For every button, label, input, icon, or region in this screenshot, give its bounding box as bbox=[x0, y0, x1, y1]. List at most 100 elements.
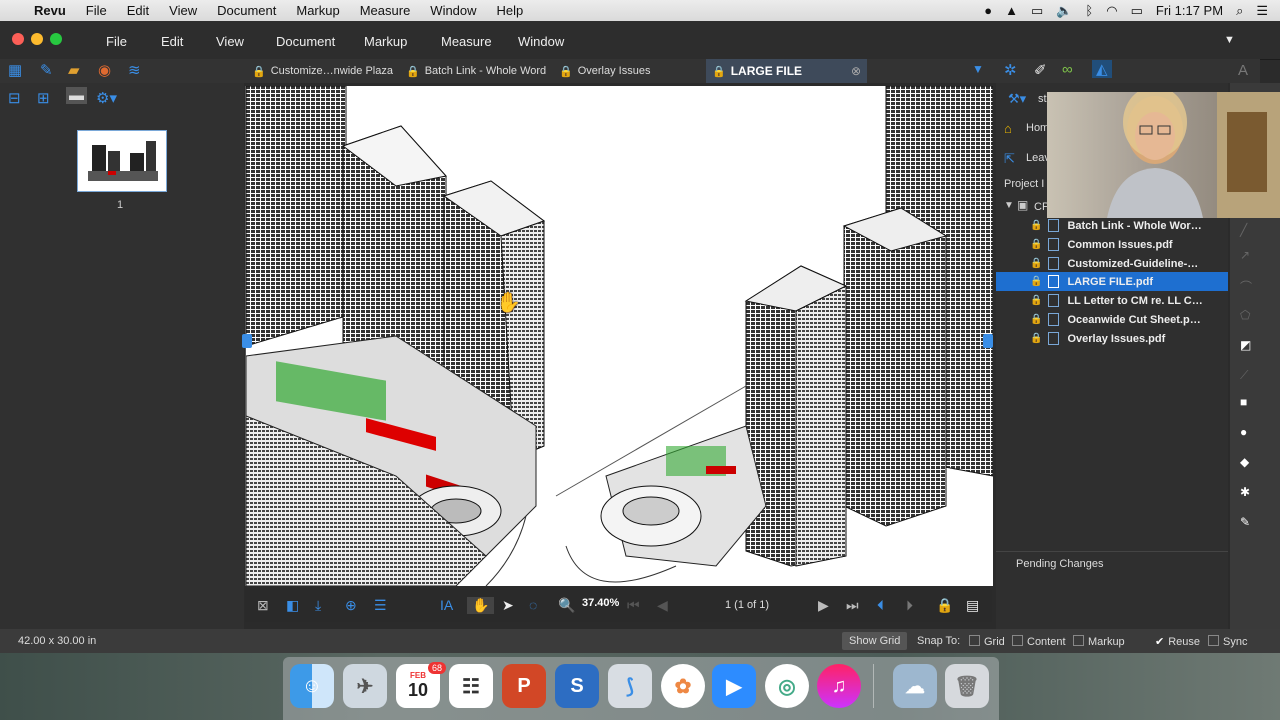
pencil-icon[interactable]: ✐ bbox=[1034, 61, 1047, 79]
trash-icon[interactable]: 🗑 bbox=[945, 664, 989, 708]
maximize-window-icon[interactable] bbox=[50, 33, 62, 45]
page-indicator[interactable]: 1 (1 of 1) bbox=[725, 599, 769, 611]
mac-menu-edit[interactable]: Edit bbox=[127, 3, 149, 18]
zoom-app-icon[interactable]: ▶ bbox=[712, 664, 756, 708]
minimize-window-icon[interactable] bbox=[31, 33, 43, 45]
expand-project-icon[interactable]: ▼ bbox=[1004, 200, 1014, 211]
home-label[interactable]: Hom bbox=[1026, 122, 1049, 134]
document-canvas[interactable]: ✋ bbox=[245, 86, 993, 586]
close-window-icon[interactable] bbox=[12, 33, 24, 45]
spotlight-icon[interactable]: ⌕ bbox=[1236, 3, 1243, 19]
show-grid-button[interactable]: Show Grid bbox=[842, 632, 908, 650]
mac-menu-measure[interactable]: Measure bbox=[360, 3, 411, 18]
pen-icon[interactable]: ✎ bbox=[40, 61, 53, 79]
studio-tools-icon[interactable]: ⚒▾ bbox=[1008, 91, 1026, 107]
last-page-icon[interactable]: ⏭ bbox=[846, 597, 859, 614]
drive-icon[interactable]: ▲ bbox=[1005, 3, 1018, 18]
cloud-tool-icon[interactable]: ◩ bbox=[1240, 338, 1251, 352]
text-tool-icon[interactable]: A bbox=[1238, 62, 1248, 79]
ellipse-tool-icon[interactable]: ● bbox=[1240, 425, 1247, 439]
lasso-icon[interactable]: ◌ bbox=[529, 597, 537, 613]
downloads-folder-icon[interactable]: ☁ bbox=[893, 664, 937, 708]
close-tab-icon[interactable]: ⊗ bbox=[851, 64, 861, 78]
notification-center-icon[interactable]: ☰ bbox=[1256, 3, 1268, 19]
next-view-icon[interactable]: ⏵ bbox=[906, 597, 913, 614]
snap-markup-checkbox[interactable]: Markup bbox=[1073, 635, 1125, 648]
page-layout-icon[interactable]: ☰ bbox=[374, 597, 387, 614]
music-icon[interactable]: ♫ bbox=[817, 664, 861, 708]
mac-menu-view[interactable]: View bbox=[169, 3, 197, 18]
arrow-tool-icon[interactable]: ↗ bbox=[1240, 248, 1250, 262]
document-icon[interactable]: ▤ bbox=[966, 597, 979, 614]
app-menu-document[interactable]: Document bbox=[276, 34, 335, 49]
airplay-icon[interactable]: ▭ bbox=[1031, 3, 1043, 19]
mac-menu-help[interactable]: Help bbox=[497, 3, 524, 18]
reuse-checkbox[interactable]: ✔ Reuse bbox=[1155, 635, 1200, 648]
folder-icon[interactable]: ▰ bbox=[68, 61, 80, 79]
snap-content-checkbox[interactable]: Content bbox=[1012, 635, 1066, 648]
lock-document-icon[interactable]: 🔒 bbox=[936, 597, 953, 614]
menu-collapse-icon[interactable]: ▼ bbox=[1224, 34, 1235, 46]
settings-gear-icon[interactable]: ✲ bbox=[1004, 61, 1017, 79]
file-item[interactable]: 🔒 Batch Link - Whole Wor… bbox=[996, 216, 1228, 235]
mac-menu-window[interactable]: Window bbox=[430, 3, 476, 18]
zoom-level[interactable]: 37.40% bbox=[582, 597, 624, 609]
file-item[interactable]: 🔒 LL Letter to CM re. LL C… bbox=[996, 291, 1228, 310]
text-select-icon[interactable]: IA bbox=[440, 597, 453, 613]
home-icon[interactable]: ⌂ bbox=[1004, 121, 1012, 136]
shape-tool-icon[interactable]: ◆ bbox=[1240, 455, 1249, 469]
snagit-icon[interactable]: S bbox=[555, 664, 599, 708]
mac-menu-markup[interactable]: Markup bbox=[296, 3, 339, 18]
file-item[interactable]: 🔒 Common Issues.pdf bbox=[996, 235, 1228, 254]
leave-icon[interactable]: ⇱ bbox=[1004, 151, 1015, 167]
mac-menu-file[interactable]: File bbox=[86, 3, 107, 18]
right-panel-toggle[interactable] bbox=[983, 334, 993, 348]
bluebeam-icon[interactable]: ⟆ bbox=[608, 664, 652, 708]
preview-icon[interactable]: ✈ bbox=[343, 664, 387, 708]
record-icon[interactable]: ● bbox=[984, 3, 992, 18]
stamp-tool-icon[interactable]: ✱ bbox=[1240, 485, 1250, 499]
page-thumbnail[interactable] bbox=[77, 130, 167, 192]
binoculars-icon[interactable]: ∞ bbox=[1062, 61, 1073, 78]
close-document-icon[interactable]: ⊠ bbox=[257, 597, 269, 614]
previous-view-icon[interactable]: ⏴ bbox=[877, 597, 884, 614]
battery-icon[interactable]: ▭ bbox=[1131, 3, 1143, 19]
app-menu-file[interactable]: File bbox=[106, 34, 127, 49]
grid-icon[interactable]: ▦ bbox=[8, 61, 22, 79]
sync-checkbox[interactable]: Sync bbox=[1208, 635, 1247, 648]
clock[interactable]: Fri 1:17 PM bbox=[1156, 3, 1223, 18]
tab-overlay-issues[interactable]: 🔒 Overlay Issues bbox=[559, 59, 650, 83]
studio-icon[interactable]: ◉ bbox=[98, 61, 111, 79]
layers-icon[interactable]: ≋ bbox=[128, 61, 141, 79]
app-menu-window[interactable]: Window bbox=[518, 34, 564, 49]
studio-session-icon[interactable]: ◭ bbox=[1092, 60, 1112, 78]
tab-large-file[interactable]: 🔒 LARGE FILE ⊗ bbox=[706, 59, 867, 83]
app-menu-markup[interactable]: Markup bbox=[364, 34, 407, 49]
app-menu-view[interactable]: View bbox=[216, 34, 244, 49]
volume-icon[interactable]: 🔈 bbox=[1056, 3, 1072, 19]
wifi-icon[interactable]: ◠ bbox=[1106, 3, 1117, 19]
zoom-icon[interactable]: 🔍 bbox=[558, 597, 575, 614]
polygon-tool-icon[interactable]: ⬠ bbox=[1240, 308, 1250, 322]
snap-grid-checkbox[interactable]: Grid bbox=[969, 635, 1005, 648]
finder-icon[interactable]: ☺ bbox=[290, 664, 334, 708]
tab-batch-link[interactable]: 🔒 Batch Link - Whole Word bbox=[406, 59, 546, 83]
arc-tool-icon[interactable]: ⌒ bbox=[1240, 278, 1252, 295]
powerpoint-icon[interactable]: P bbox=[502, 664, 546, 708]
app-menu-measure[interactable]: Measure bbox=[441, 34, 492, 49]
bluetooth-icon[interactable]: ᛒ bbox=[1085, 3, 1093, 18]
sync-view-icon[interactable]: ⊕ bbox=[345, 597, 357, 614]
photos-icon[interactable]: ✿ bbox=[661, 664, 705, 708]
line-tool-icon[interactable]: ╱ bbox=[1240, 223, 1247, 237]
split-view-icon[interactable]: ◧ bbox=[286, 597, 299, 614]
collapse-icon[interactable]: ⊟ bbox=[8, 89, 21, 107]
left-panel-toggle[interactable] bbox=[242, 334, 252, 348]
file-item[interactable]: 🔒 Oceanwide Cut Sheet.p… bbox=[996, 310, 1228, 329]
file-item[interactable]: 🔒 Customized-Guideline-… bbox=[996, 254, 1228, 273]
download-icon[interactable]: ⤓ bbox=[315, 597, 321, 614]
select-tool-icon[interactable]: ➤ bbox=[502, 597, 514, 614]
app-menu-edit[interactable]: Edit bbox=[161, 34, 183, 49]
mac-menu-document[interactable]: Document bbox=[217, 3, 276, 18]
brush-tool-icon[interactable]: ✎ bbox=[1240, 515, 1250, 529]
first-page-icon[interactable]: ⏮ bbox=[627, 597, 640, 614]
